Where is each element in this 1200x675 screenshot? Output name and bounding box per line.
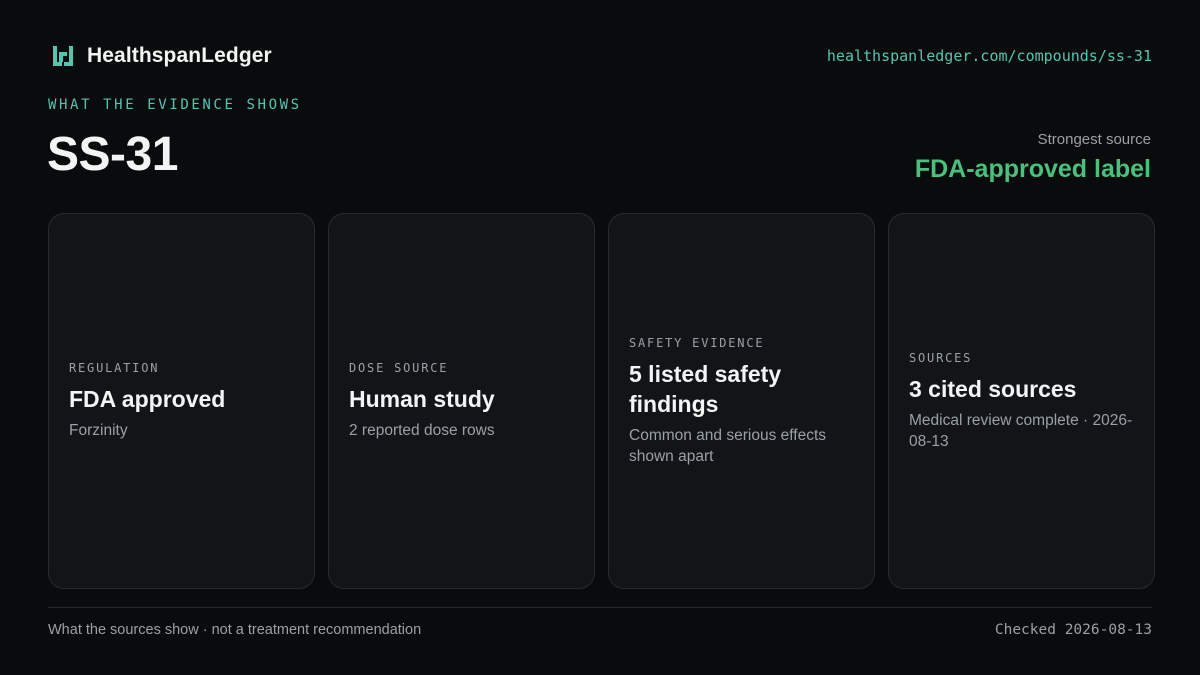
section-eyebrow: WHAT THE EVIDENCE SHOWS (48, 97, 302, 113)
card-subtitle: Medical review complete · 2026-08-13 (909, 411, 1133, 450)
strongest-source-value: FDA-approved label (914, 155, 1151, 183)
brand[interactable]: HealthspanLedger (52, 44, 272, 68)
card-dose-source: DOSE SOURCE Human study 2 reported dose … (328, 213, 595, 589)
card-label: SAFETY EVIDENCE (629, 335, 765, 350)
card-title: FDA approved (69, 386, 226, 412)
card-subtitle: Common and serious effects shown apart (629, 426, 827, 465)
page-title: SS-31 (47, 128, 178, 181)
evidence-cards: REGULATION FDA approved Forzinity DOSE S… (48, 213, 1155, 589)
card-title: 3 cited sources (909, 375, 1077, 402)
ledger-logo-icon (53, 46, 73, 66)
strongest-source: Strongest source FDA-approved label (915, 131, 1151, 184)
card-title: Human study (349, 386, 495, 412)
card-subtitle: 2 reported dose rows (349, 422, 495, 439)
footer-checked-date: Checked 2026-08-13 (994, 622, 1152, 638)
card-regulation: REGULATION FDA approved Forzinity (48, 213, 315, 589)
footer-disclaimer: What the sources show · not a treatment … (48, 622, 422, 638)
strongest-source-label: Strongest source (1037, 131, 1151, 148)
card-label: REGULATION (69, 361, 160, 375)
card-title: 5 listed safety findings (629, 360, 782, 417)
card-subtitle: Forzinity (69, 422, 128, 439)
page-url[interactable]: healthspanledger.com/compounds/ss-31 (827, 47, 1152, 65)
card-safety-evidence: SAFETY EVIDENCE 5 listed safety findings… (608, 213, 875, 589)
card-sources: SOURCES 3 cited sources Medical review c… (888, 213, 1155, 589)
brand-name: HealthspanLedger (87, 44, 272, 67)
card-label: DOSE SOURCE (349, 361, 449, 375)
card-label: SOURCES (909, 350, 973, 365)
footer-divider (48, 607, 1152, 608)
